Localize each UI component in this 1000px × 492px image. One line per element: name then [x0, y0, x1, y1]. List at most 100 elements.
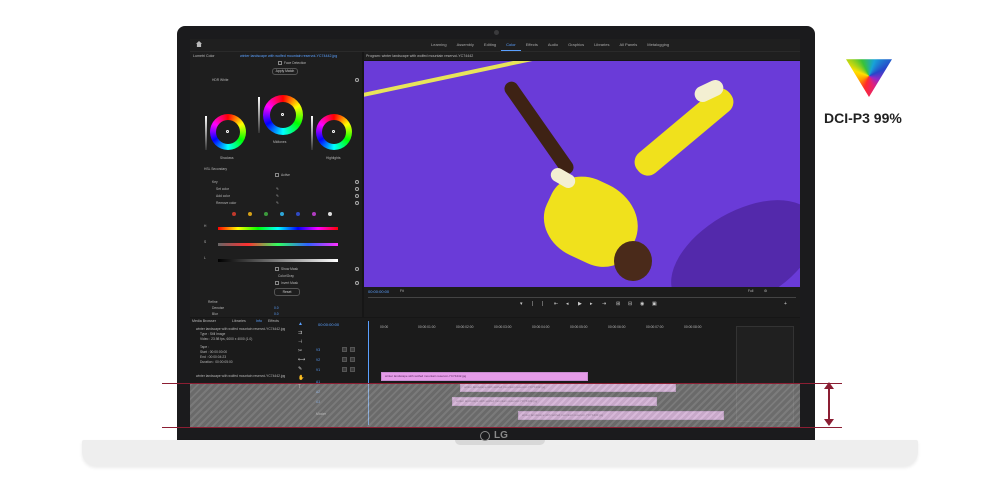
program-monitor-header: Program: winter landscape with wolfed mo…: [364, 52, 800, 60]
tab-metalogging[interactable]: Metalogging: [642, 39, 674, 51]
tab-media-browser[interactable]: Media Browser: [192, 319, 216, 323]
reset-hdr-icon[interactable]: [355, 78, 359, 82]
pen-tool-icon[interactable]: ✎: [298, 366, 302, 372]
go-to-in-icon[interactable]: |: [542, 301, 543, 307]
tab-libraries-panel[interactable]: Libraries: [232, 319, 246, 323]
extract-icon[interactable]: ⊟: [628, 301, 632, 307]
apply-match-button[interactable]: Apply Match: [272, 68, 298, 75]
hsl-preset-yellow[interactable]: [248, 212, 252, 216]
tab-assembly[interactable]: Assembly: [452, 39, 479, 51]
show-mask-checkbox[interactable]: [275, 267, 279, 271]
highlights-slider[interactable]: [311, 116, 313, 150]
mark-in-icon[interactable]: ▾: [520, 301, 523, 307]
track-select-tool-icon[interactable]: ⇉: [298, 330, 302, 336]
lumetri-tab[interactable]: Lumetri Color: [193, 54, 215, 58]
quality-select[interactable]: Full: [748, 289, 753, 293]
tab-effects-panel[interactable]: Effects: [268, 319, 279, 323]
razor-tool-icon[interactable]: ✂: [298, 348, 302, 354]
tab-libraries[interactable]: Libraries: [589, 39, 614, 51]
reset-show-mask-icon[interactable]: [355, 267, 359, 271]
comparison-view-icon[interactable]: ▣: [652, 301, 657, 307]
lg-circle-icon: [480, 430, 490, 441]
add-button-icon[interactable]: +: [784, 301, 787, 307]
export-frame-icon[interactable]: ◉: [640, 301, 644, 307]
mark-out-icon[interactable]: |: [532, 301, 533, 307]
face-detection-checkbox[interactable]: [278, 61, 282, 65]
hsl-preset-green[interactable]: [264, 212, 268, 216]
program-scrubber[interactable]: [368, 297, 796, 298]
track-eye-button[interactable]: [350, 357, 355, 362]
set-color-eyedropper-icon[interactable]: ✎: [276, 187, 279, 191]
hsl-preset-red[interactable]: [232, 212, 236, 216]
go-to-out-icon[interactable]: ⇥: [602, 301, 606, 307]
highlights-wheel-puck[interactable]: [332, 130, 335, 133]
shadows-slider[interactable]: [205, 116, 207, 150]
invert-mask-checkbox[interactable]: [275, 281, 279, 285]
track-lock-button[interactable]: [342, 357, 347, 362]
fit-select[interactable]: Fit: [400, 289, 404, 293]
tab-graphics[interactable]: Graphics: [563, 39, 589, 51]
tab-editing[interactable]: Editing: [479, 39, 501, 51]
add-color-eyedropper-icon[interactable]: ✎: [276, 194, 279, 198]
wrench-icon[interactable]: ⚙: [764, 289, 767, 293]
tab-audio[interactable]: Audio: [543, 39, 563, 51]
tab-learning[interactable]: Learning: [426, 39, 452, 51]
track-eye-button[interactable]: [350, 367, 355, 372]
reset-key-icon[interactable]: [355, 180, 359, 184]
program-timecode[interactable]: 00:00:00:00: [368, 289, 389, 294]
hue-range-bar[interactable]: [218, 227, 338, 230]
blur-value[interactable]: 0.0: [274, 312, 279, 316]
athlete-arm: [501, 78, 577, 178]
timeline-ruler[interactable]: 00:00 00:00:01:00 00:00:02:00 00:00:03:0…: [380, 325, 740, 331]
track-lock-button[interactable]: [342, 347, 347, 352]
tab-color[interactable]: Color: [501, 39, 521, 51]
step-forward-icon[interactable]: ▸: [590, 301, 593, 307]
lift-icon[interactable]: ⊞: [616, 301, 620, 307]
reset-invert-mask-icon[interactable]: [355, 281, 359, 285]
saturation-range-bar[interactable]: [218, 243, 338, 246]
selection-tool-icon[interactable]: ▲: [298, 321, 303, 327]
tab-all-panels[interactable]: All Panels: [614, 39, 642, 51]
hsl-secondary-title[interactable]: HSL Secondary: [204, 167, 227, 171]
tab-effects[interactable]: Effects: [521, 39, 543, 51]
hsl-preset-blue[interactable]: [296, 212, 300, 216]
track-label-v3[interactable]: V3: [316, 348, 320, 352]
lightness-range-bar[interactable]: [218, 259, 338, 262]
slip-tool-icon[interactable]: ⟷: [298, 357, 305, 363]
timeline-timecode[interactable]: 00:00:00:00: [318, 322, 339, 327]
ripple-edit-tool-icon[interactable]: ⊣: [298, 339, 302, 345]
home-icon[interactable]: [196, 41, 202, 47]
hsl-preset-cyan[interactable]: [280, 212, 284, 216]
midtones-slider[interactable]: [258, 97, 260, 133]
mask-mode-select[interactable]: Color/Gray: [278, 274, 294, 278]
go-to-in-point-icon[interactable]: ⇤: [554, 301, 558, 307]
reset-remove-color-icon[interactable]: [355, 201, 359, 205]
clip-label: winter landscape with wolfed mountain re…: [385, 374, 467, 378]
track-label-v2[interactable]: V2: [316, 358, 320, 362]
timeline-clip[interactable]: winter landscape with wolfed mountain re…: [381, 372, 588, 381]
track-eye-button[interactable]: [350, 347, 355, 352]
shadows-wheel-puck[interactable]: [226, 130, 229, 133]
play-icon[interactable]: ▶: [578, 301, 582, 307]
reset-add-color-icon[interactable]: [355, 194, 359, 198]
track-lock-button[interactable]: [342, 367, 347, 372]
webcam-icon: [494, 30, 499, 35]
hand-tool-icon[interactable]: ✋: [298, 375, 304, 381]
workspace-tabs: Learning Assembly Editing Color Effects …: [426, 39, 674, 51]
lumetri-clip-tab[interactable]: winter landscape with wolfed mountain re…: [240, 54, 358, 58]
midtones-wheel-puck[interactable]: [281, 113, 284, 116]
reset-button[interactable]: Reset: [274, 288, 300, 296]
step-back-icon[interactable]: ◂: [566, 301, 569, 307]
remove-color-eyedropper-icon[interactable]: ✎: [276, 201, 279, 205]
hsl-preset-gray[interactable]: [328, 212, 332, 216]
ruler-tick: 00:00:06:00: [608, 325, 626, 329]
info-clip-name: winter landscape with wolfed mountain re…: [196, 327, 286, 331]
track-label-v1[interactable]: V1: [316, 368, 320, 372]
measure-arrow-down-icon: [824, 419, 834, 426]
denoise-value[interactable]: 0.0: [274, 306, 279, 310]
tab-info[interactable]: Info: [256, 319, 262, 323]
hsl-active-checkbox[interactable]: [275, 173, 279, 177]
hsl-preset-magenta[interactable]: [312, 212, 316, 216]
reset-set-color-icon[interactable]: [355, 187, 359, 191]
program-monitor-title[interactable]: Program: winter landscape with wolfed mo…: [366, 54, 473, 58]
